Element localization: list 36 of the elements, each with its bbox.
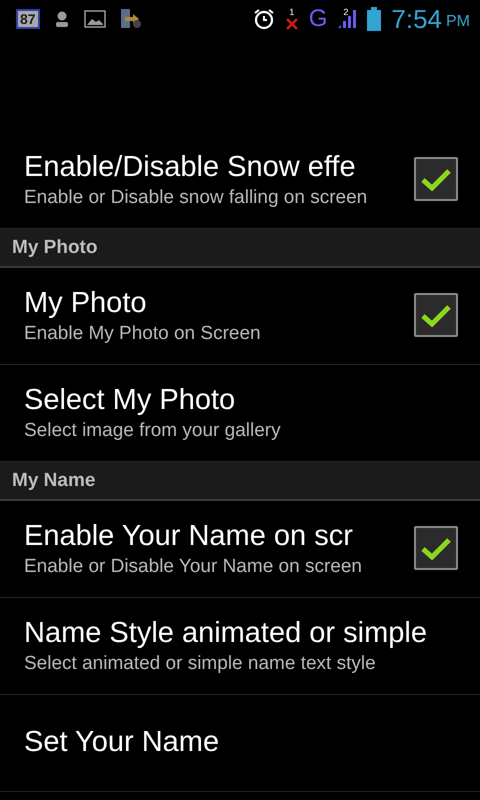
preference-title: Select My Photo [24,382,236,418]
sim-number: 2 [343,7,348,17]
notification-badge-icon: 87 [16,9,40,29]
preference-item[interactable]: Name Style animated or simple Select animated or simple name text style [0,598,480,695]
checkmark-icon [421,167,451,191]
missed-count: 1 [289,8,294,16]
signal-icon [337,9,358,29]
preference-item[interactable]: Enable Your Name on scr Enable or Disable Your Name on screen [0,501,480,598]
network-type: G [308,5,328,33]
clock-time: 7:54 [391,4,442,34]
checkbox[interactable] [414,293,458,337]
preference-title: Enable/Disable Snow effe [24,150,357,184]
clock-period: PM [446,13,470,31]
image-icon [84,10,106,28]
checkmark-icon [421,536,451,560]
battery-icon [367,7,382,31]
preference-item[interactable]: My Photo Enable My Photo on Screen [0,268,480,365]
alarm-clock-icon [252,8,275,30]
section-header: My Photo [0,229,480,268]
missed-call-icon [284,16,299,30]
checkmark-icon [421,303,451,327]
preference-title: Enable Your Name on scr [24,518,354,554]
checkbox[interactable] [414,526,458,570]
preference-summary: Enable or Disable Your Name on screen [24,554,363,578]
preference-title: My Photo [24,286,148,320]
checkbox[interactable] [414,157,458,201]
preference-summary: Select image from your gallery [24,418,282,442]
preference-title: Set Your Name [24,725,220,760]
person-icon [54,10,70,28]
preference-summary: Enable or Disable snow falling on screen [24,186,368,210]
preference-summary: Enable My Photo on Screen [24,322,262,346]
section-header: My Name [0,462,480,501]
phone-transfer-icon [120,8,142,30]
preference-item[interactable]: Set Your Name [0,695,480,792]
preference-summary: Select animated or simple name text style [24,652,377,676]
preference-title: Name Style animated or simple [24,616,428,650]
